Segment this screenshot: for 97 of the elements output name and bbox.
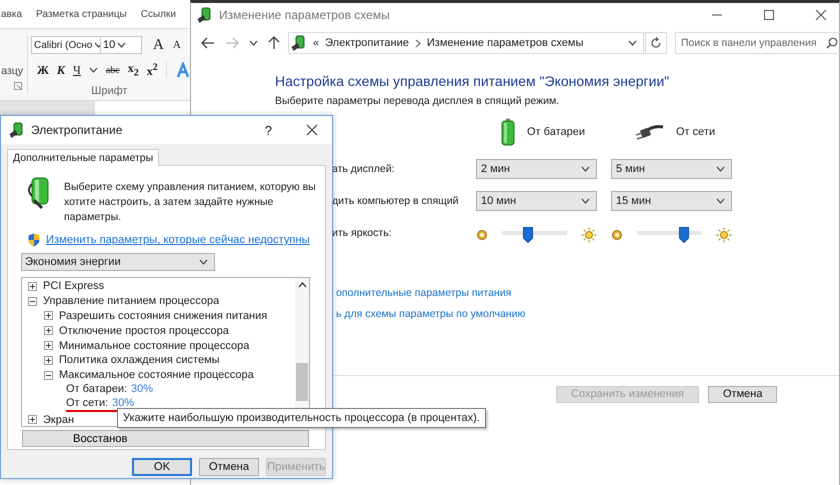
caret-icon <box>581 166 590 172</box>
shield-icon <box>28 233 40 247</box>
tree-item[interactable]: Минимальное состояние процессора <box>59 340 250 352</box>
bright-brightness-icon <box>716 227 732 243</box>
breadcrumb-item[interactable]: Электропитание <box>325 37 409 49</box>
ribbon-tab[interactable]: Ссылки <box>140 8 176 20</box>
breadcrumb-chevron[interactable]: « <box>313 37 320 49</box>
instruction-text: Выберите схему управления питанием, которую вы хотите настроить, а затем задайте нужные параметры. <box>64 180 317 225</box>
expand-icon[interactable] <box>28 282 37 291</box>
slider-thumb[interactable] <box>523 227 533 243</box>
grow-font-button[interactable]: A <box>153 36 164 54</box>
window-title: Изменение параметров схемы <box>219 8 390 22</box>
tree-item[interactable]: Управление питанием процессора <box>43 295 220 308</box>
setting-label: От сети: <box>66 397 108 410</box>
format-button[interactable]: x$^{2}$ <box>146 62 158 78</box>
tree-item[interactable]: Экран <box>43 414 74 426</box>
setting-value-link[interactable]: 30% <box>131 383 154 396</box>
dim-brightness-icon <box>476 229 488 241</box>
shrink-font-button[interactable]: A <box>172 39 181 51</box>
font-name-field[interactable]: Calibri (Осно <box>31 36 101 54</box>
caret-icon <box>716 166 725 172</box>
address-dropdown-icon <box>628 40 637 46</box>
column-header: От сети <box>676 126 716 138</box>
collapse-icon[interactable] <box>28 296 37 306</box>
back-icon[interactable] <box>201 37 215 49</box>
caret-icon <box>716 198 725 204</box>
refresh-icon <box>650 37 662 49</box>
tree-item[interactable]: Разрешить состояния снижения питания <box>59 310 268 322</box>
slider-thumb[interactable] <box>679 227 690 243</box>
setting-value-link[interactable]: 30% <box>112 397 134 410</box>
dim-brightness-icon <box>611 229 623 241</box>
format-button[interactable]: Ж <box>37 62 49 78</box>
ribbon-tab[interactable]: Разметка страницы <box>36 8 127 20</box>
button[interactable]: Отмена <box>199 458 259 476</box>
up-icon[interactable] <box>268 36 280 50</box>
ribbon-label: азцу <box>1 65 23 77</box>
expand-icon[interactable] <box>44 326 53 336</box>
power-options-icon <box>9 121 25 139</box>
format-button[interactable]: К <box>56 62 66 78</box>
maximize-icon[interactable] <box>763 9 775 21</box>
close-icon[interactable] <box>815 9 827 21</box>
button[interactable]: Отмена <box>708 386 778 403</box>
battery-icon <box>501 118 515 146</box>
tree-item[interactable]: Отключение простоя процессора <box>59 324 229 337</box>
dropdown[interactable]: 15 мин <box>611 191 732 211</box>
tab[interactable]: Дополнительные параметры <box>7 149 160 166</box>
format-button[interactable]: abc <box>106 64 120 76</box>
power-options-icon <box>197 6 213 24</box>
breadcrumb-item[interactable]: Изменение параметров схемы <box>426 37 584 49</box>
link[interactable]: Изменить параметры, которые сейчас недоступны <box>46 234 310 246</box>
tree-item[interactable]: PCI Express <box>43 280 104 292</box>
link[interactable]: ополнительные параметры питания <box>336 287 839 299</box>
dropdown-caret-icon <box>88 67 98 73</box>
scheme-dropdown[interactable]: Экономия энергии <box>21 253 215 271</box>
address-bar[interactable]: « Электропитание Изменение параметров схемы <box>288 32 644 54</box>
collapse-icon[interactable] <box>44 370 53 380</box>
expand-icon[interactable] <box>28 415 37 424</box>
scroll-up-icon <box>298 282 306 288</box>
tooltip: Укажите наибольшую производительность процессора (в процентах). <box>117 408 486 428</box>
scrollbar-thumb[interactable] <box>296 363 308 401</box>
dropdown[interactable]: 5 мин <box>611 159 732 179</box>
font-size-field[interactable]: 10 <box>100 36 142 54</box>
text-effects-icon <box>174 62 191 78</box>
format-button[interactable]: x$_{2}$ <box>128 61 139 79</box>
caret-icon <box>199 259 208 265</box>
plug-icon <box>636 123 664 141</box>
ribbon-tab[interactable]: авка <box>1 8 22 20</box>
tree-item[interactable]: Максимальное состояние процессора <box>59 369 254 382</box>
restore-defaults-button[interactable]: Восстанов <box>22 430 309 447</box>
setting-label: От батареи: <box>66 383 128 396</box>
format-button[interactable]: Ч <box>73 62 81 78</box>
caret-icon <box>581 198 590 204</box>
expand-icon[interactable] <box>44 356 53 365</box>
tree-item[interactable]: Политика охлаждения системы <box>59 354 220 366</box>
dialog-launcher-icon <box>14 82 22 90</box>
page-subtitle: Выберите параметры перевода дисплея в спящий режим. <box>275 95 560 107</box>
link[interactable]: ь для схемы параметры по умолчанию <box>336 308 839 320</box>
setting-label: ать дисплей: <box>332 162 396 175</box>
group-label: Шрифт <box>90 85 128 97</box>
column-header: От батареи <box>527 126 585 138</box>
search-field[interactable]: Поиск в панели управления <box>675 32 840 54</box>
dialog-title: Электропитание <box>31 123 122 137</box>
recent-pages-icon <box>249 40 258 46</box>
help-button[interactable]: ? <box>264 122 272 138</box>
expand-icon[interactable] <box>44 311 53 320</box>
caret-icon <box>117 42 126 48</box>
close-icon[interactable] <box>306 124 318 136</box>
search-icon <box>826 37 838 49</box>
power-options-icon <box>291 34 307 52</box>
page-heading: Настройка схемы управления питанием "Экономия энергии" <box>275 73 670 89</box>
dropdown[interactable]: 2 мин <box>476 159 597 179</box>
dropdown[interactable]: 10 мин <box>476 191 597 211</box>
expand-icon[interactable] <box>44 341 53 350</box>
bright-brightness-icon <box>581 227 597 243</box>
breadcrumb-separator-icon <box>414 38 421 48</box>
refresh-button[interactable] <box>645 32 667 54</box>
button[interactable]: OK <box>132 458 192 476</box>
